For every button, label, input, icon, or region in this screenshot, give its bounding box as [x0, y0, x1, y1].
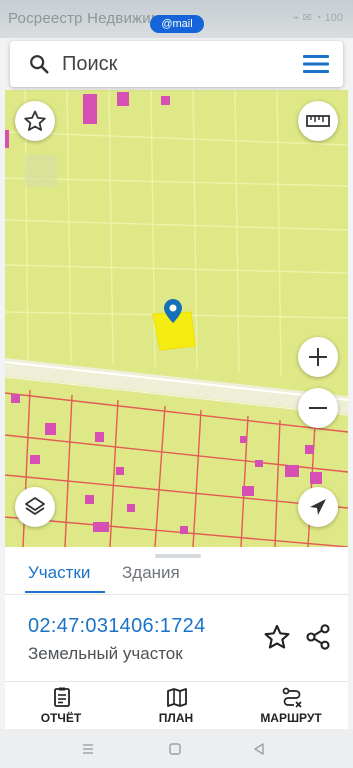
parcel-type: Земельный участок — [28, 644, 183, 663]
share-icon[interactable] — [304, 623, 332, 651]
map-view[interactable] — [5, 90, 348, 547]
navigation-arrow-icon — [310, 499, 326, 515]
panel-divider — [5, 594, 348, 595]
location-pin-icon[interactable] — [164, 299, 182, 323]
nav-plan[interactable]: ПЛАН — [126, 682, 226, 730]
menu-icon[interactable] — [303, 54, 329, 74]
mail-pill[interactable]: @mail — [150, 15, 204, 33]
drag-handle[interactable] — [155, 554, 201, 558]
search-bar[interactable] — [10, 41, 343, 87]
star-icon — [24, 110, 46, 131]
nav-report-label: ОТЧЁТ — [40, 711, 82, 725]
status-bar: Росреестр Недвижимости @mail ⌁ ✉ ◔ 100 — [0, 0, 353, 38]
nav-route[interactable]: МАРШРУТ — [241, 682, 341, 730]
layers-icon — [25, 497, 45, 515]
cadastral-number[interactable]: 02:47:031406:1724 — [28, 615, 206, 638]
tab-buildings[interactable]: Здания — [122, 563, 180, 583]
locate-button[interactable] — [298, 487, 338, 527]
favorites-button[interactable] — [15, 101, 55, 141]
nav-plan-label: ПЛАН — [158, 711, 194, 725]
report-icon — [54, 687, 70, 707]
status-icons: ⌁ ✉ ◔ 100 — [292, 12, 343, 24]
home-icon[interactable] — [167, 741, 183, 757]
layers-button[interactable] — [15, 487, 55, 527]
active-tab-indicator — [25, 591, 105, 593]
bottom-navigation: ОТЧЁТ ПЛАН МАРШРУТ — [5, 681, 348, 730]
zoom-out-button[interactable] — [298, 388, 338, 428]
search-input[interactable] — [62, 51, 282, 77]
tab-parcels[interactable]: Участки — [28, 563, 90, 583]
recent-apps-icon[interactable] — [80, 741, 96, 757]
system-navigation-bar — [0, 729, 353, 768]
back-icon[interactable] — [251, 741, 267, 757]
route-icon — [282, 687, 302, 708]
map-plan-icon — [167, 688, 187, 707]
ruler-button[interactable] — [298, 101, 338, 141]
minus-icon — [309, 407, 327, 409]
nav-route-label: МАРШРУТ — [260, 711, 322, 725]
star-outline-icon[interactable] — [263, 623, 291, 651]
search-icon — [30, 55, 49, 74]
zoom-in-button[interactable] — [298, 337, 338, 377]
nav-report[interactable]: ОТЧЁТ — [11, 682, 111, 730]
parcel-info-panel: Участки Здания 02:47:031406:1724 Земельн… — [5, 547, 348, 681]
ruler-icon — [306, 115, 330, 127]
plus-icon — [309, 348, 327, 366]
